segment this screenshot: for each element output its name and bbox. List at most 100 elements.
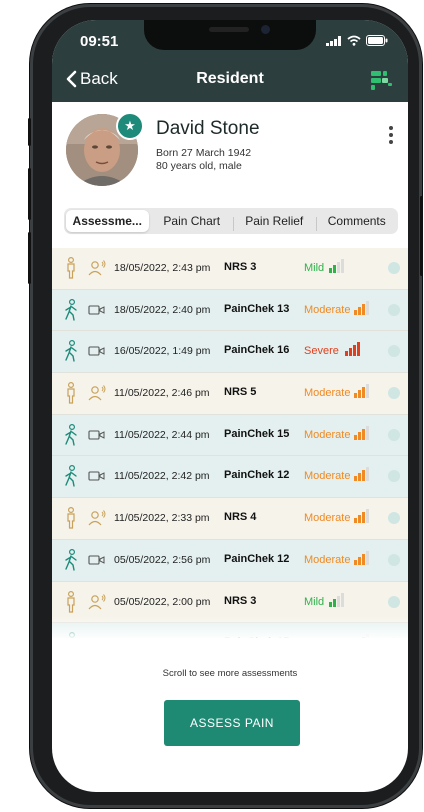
- list-fade: [52, 616, 408, 640]
- assessment-score: NRS 3: [224, 594, 257, 607]
- info-icon[interactable]: [388, 595, 400, 608]
- assessment-score: NRS 3: [224, 261, 257, 273]
- assessment-date: 11/05/2022, 2:46 pm: [114, 387, 210, 400]
- signal-icon: [326, 35, 341, 46]
- severity-label: Moderate: [304, 470, 351, 483]
- speaking-person-icon: [88, 385, 106, 401]
- info-icon[interactable]: [388, 428, 400, 441]
- star-icon: ★: [116, 112, 144, 140]
- assess-pain-button[interactable]: ASSESS PAIN: [164, 700, 300, 746]
- assessment-score: PainChek 12: [224, 469, 290, 482]
- assessment-date: 11/05/2022, 2:33 pm: [114, 512, 210, 525]
- video-camera-icon: [88, 471, 105, 481]
- person-walking-icon: [65, 465, 77, 488]
- resident-name: David Stone: [156, 118, 260, 139]
- assessment-date: 05/05/2022, 2:56 pm: [114, 553, 211, 566]
- table-row[interactable]: 11/05/2022, 2:42 pm PainChek 12 Moderate: [52, 456, 408, 499]
- table-row[interactable]: 05/05/2022, 2:56 pm PainChek 12 Moderate: [52, 539, 408, 582]
- info-icon[interactable]: [388, 553, 400, 566]
- assessment-date: 11/05/2022, 2:44 pm: [114, 428, 210, 441]
- severity-label: Moderate: [304, 387, 351, 400]
- speaking-person-icon: [88, 260, 106, 276]
- side-button: [28, 232, 31, 284]
- resident-age-sex: 80 years old, male: [156, 160, 242, 172]
- assessment-score: PainChek 16: [224, 344, 290, 357]
- severity-bars: [354, 509, 369, 524]
- info-icon[interactable]: [388, 470, 400, 483]
- person-standing-icon: [67, 590, 75, 613]
- assessment-score: NRS 4: [224, 511, 257, 524]
- scroll-hint: Scroll to see more assessments: [162, 668, 298, 679]
- assessment-score: PainChek 15: [224, 427, 290, 440]
- side-button: [420, 196, 423, 276]
- tab-pain-chart[interactable]: Pain Chart: [151, 214, 234, 228]
- speaking-person-icon: [88, 510, 106, 526]
- video-camera-icon: [88, 430, 105, 440]
- severity-bars: [354, 550, 369, 565]
- info-icon[interactable]: [388, 262, 400, 274]
- person-standing-icon: [67, 507, 75, 529]
- resident-profile: ★ David Stone Born 27 March 1942 80 year…: [52, 102, 408, 214]
- info-icon[interactable]: [388, 345, 400, 358]
- more-options-icon[interactable]: [388, 126, 394, 144]
- tab-comments[interactable]: Comments: [315, 214, 399, 231]
- page-title: Resident: [196, 70, 264, 87]
- tab-assessments[interactable]: Assessme...: [66, 210, 149, 232]
- severity-label: Mild: [304, 262, 325, 274]
- person-walking-icon: [65, 340, 77, 363]
- severity-bars: [354, 384, 369, 399]
- person-walking-icon: [65, 298, 77, 321]
- severity-label: Moderate: [304, 303, 351, 316]
- video-camera-icon: [88, 346, 105, 356]
- person-walking-icon: [65, 548, 77, 571]
- status-bar: 09:51: [52, 20, 408, 64]
- resident-birthdate: Born 27 March 1942: [156, 147, 252, 159]
- severity-bars: [329, 592, 344, 607]
- assessment-date: 18/05/2022, 2:40 pm: [114, 303, 211, 316]
- nav-bar: Back Resident: [52, 66, 408, 96]
- notch: [144, 20, 316, 50]
- table-row[interactable]: 16/05/2022, 1:49 pm PainChek 16 Severe: [52, 331, 408, 374]
- tab-pain-relief[interactable]: Pain Relief: [233, 214, 316, 231]
- severity-bars: [354, 300, 369, 315]
- assessment-score: PainChek 13: [224, 302, 290, 315]
- info-icon[interactable]: [388, 303, 400, 316]
- video-camera-icon: [88, 305, 105, 315]
- assessment-score: PainChek 12: [224, 552, 290, 565]
- assessment-date: 18/05/2022, 2:43 pm: [114, 262, 211, 274]
- app-screen: 09:51 Back Resident ★ David Stone Born 2…: [52, 20, 408, 792]
- video-camera-icon: [88, 555, 105, 565]
- person-standing-icon: [67, 257, 75, 279]
- assessment-date: 16/05/2022, 1:49 pm: [114, 345, 211, 358]
- speaking-person-icon: [88, 593, 106, 609]
- status-icons: [326, 35, 388, 46]
- segmented-tabs: Assessme... Pain Chart Pain Relief Comme…: [64, 208, 398, 234]
- table-row[interactable]: 11/05/2022, 2:33 pm NRS 4 Moderate: [52, 498, 408, 540]
- severity-bars: [354, 425, 369, 440]
- side-button: [28, 168, 31, 220]
- side-button: [28, 118, 31, 146]
- painchek-logo-icon[interactable]: [370, 68, 392, 90]
- assessment-date: 11/05/2022, 2:42 pm: [114, 470, 210, 483]
- app-header: 09:51 Back Resident: [52, 20, 408, 102]
- assessment-date: 05/05/2022, 2:00 pm: [114, 595, 211, 608]
- wifi-icon: [347, 35, 361, 46]
- severity-label: Severe: [304, 345, 339, 358]
- severity-label: Moderate: [304, 553, 351, 566]
- severity-bars: [329, 259, 344, 273]
- table-row[interactable]: 18/05/2022, 2:43 pm NRS 3 Mild: [52, 248, 408, 290]
- person-standing-icon: [67, 382, 75, 404]
- table-row[interactable]: 11/05/2022, 2:46 pm NRS 5 Moderate: [52, 373, 408, 415]
- table-row[interactable]: 18/05/2022, 2:40 pm PainChek 13 Moderate: [52, 289, 408, 332]
- clock: 09:51: [80, 33, 119, 50]
- assessment-list[interactable]: 18/05/2022, 2:43 pm NRS 3 Mild 18/05/2022, …: [52, 248, 408, 638]
- info-icon[interactable]: [388, 512, 400, 525]
- table-row[interactable]: 11/05/2022, 2:44 pm PainChek 15 Moderate: [52, 414, 408, 457]
- severity-label: Mild: [304, 595, 325, 608]
- person-walking-icon: [65, 423, 77, 446]
- battery-icon: [366, 35, 388, 46]
- severity-label: Moderate: [304, 428, 351, 441]
- info-icon[interactable]: [388, 387, 400, 400]
- severity-label: Moderate: [304, 512, 351, 525]
- severity-bars: [354, 467, 369, 482]
